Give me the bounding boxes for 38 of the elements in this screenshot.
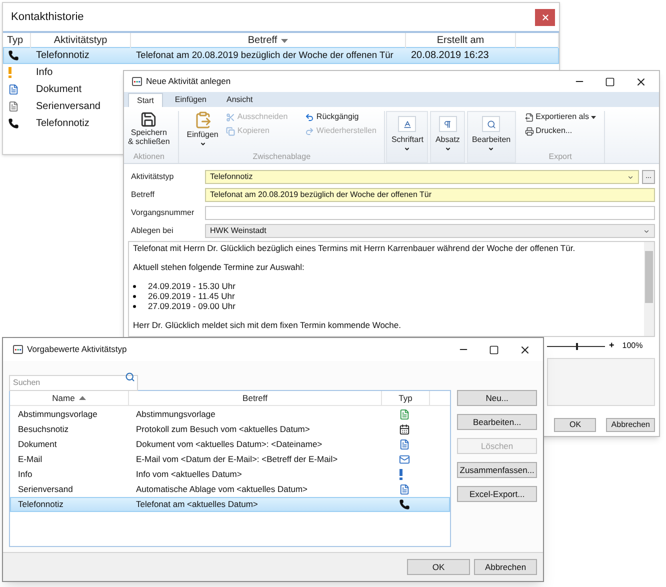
list-item: 27.09.2019 - 09.00 Uhr [148,301,236,311]
paragraph: Telefonat mit Herrn Dr. Glücklich bezüglich eines Termins mit Herrn Karrenbauer während der Woche der offenen Tür. [133,243,576,253]
paragraph: Aktuell stehen folgende Termine zur Auswahl: [133,262,306,272]
table-cell-text: Telefonnotiz [35,117,90,131]
table-cell-text: Info [17,468,34,481]
table-cell-text: Telefonat am <aktuelles Datum> [135,498,259,511]
table-cell-text: 20.08.2019 16:23 [410,49,490,63]
list-item: 24.09.2019 - 15.30 Uhr [148,281,236,291]
table-cell-text: E-Mail vom <Datum der E-Mail>: <Betreff der E-Mail> [135,453,339,466]
window-title: Vorgabewerte Aktivitätstyp [27,343,127,356]
zoom-reading: 100% [622,340,643,352]
group-label: Export [548,151,572,163]
table-cell-text: Telefonnotiz [35,49,90,63]
table-cell-text: Besuchsnotiz [17,423,70,436]
field-label: Aktivitätstyp [130,171,175,183]
table-cell-text: Telefonat am 20.08.2019 bezüglich der Woche der offenen Tür [135,48,394,62]
table-cell-text: E-Mail [17,453,44,466]
table-cell-text: Abstimmungsvorlage [17,408,98,421]
table-cell-text: Dokument [35,83,83,97]
table-cell-text: Info vom <aktuelles Datum> [135,468,243,481]
window-title: Neue Aktivität anlegen [146,75,231,88]
table-cell-text: Serienversand [35,100,102,114]
group-label: Zwischenablage [252,151,311,163]
paragraph: Herr Dr. Glücklich meldet sich mit dem fixen Termin kommende Woche. [133,320,402,330]
table-cell-text: Protokoll zum Besuch vom <aktuelles Datum> [135,423,311,436]
table-cell-text: Dokument [17,438,58,451]
window-title: Kontakthistorie [11,10,84,25]
table-cell-text: Abstimmungsvorlage [135,408,216,421]
table-cell-text: Automatische Ablage vom <aktuelles Datum> [135,483,309,496]
table-cell-text: Dokument vom <aktuelles Datum>: <Dateiname> [135,438,324,451]
table-cell-text: Info [35,66,54,80]
list-item: 26.09.2019 - 11.45 Uhr [148,291,235,301]
field-label: Ablegen bei [130,225,174,237]
group-label: Aktionen [133,151,164,163]
table-cell-text: Serienversand [17,483,74,496]
field-label: Vorgangsnummer [130,207,196,219]
field-label: Betreff [130,189,156,201]
table-cell-text: Telefonnotiz [17,498,64,511]
